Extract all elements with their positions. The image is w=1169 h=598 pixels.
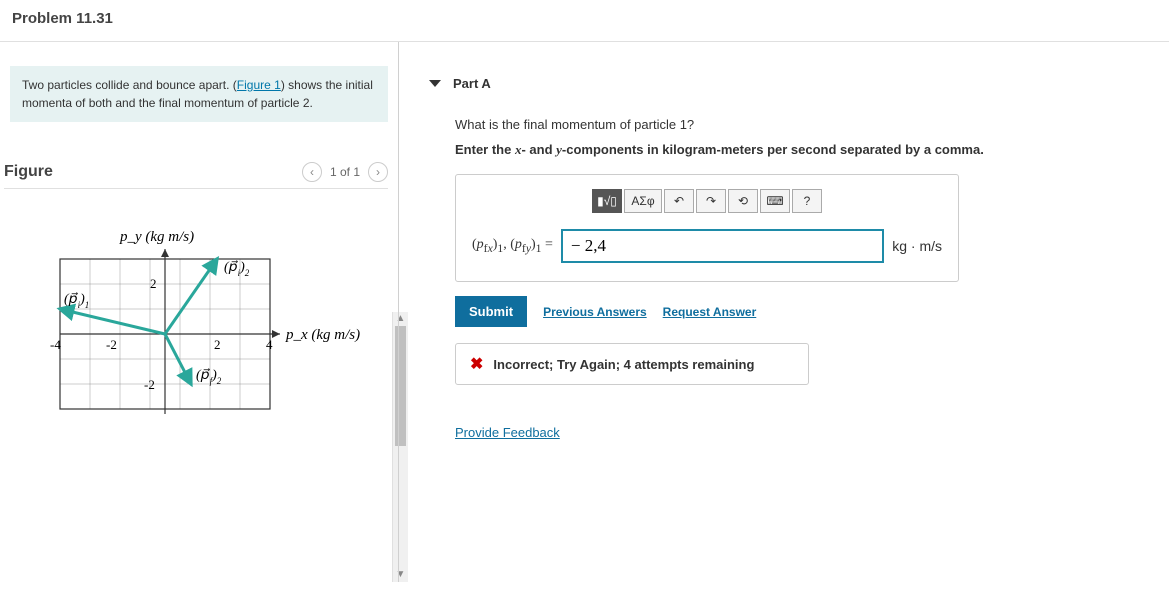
feedback-box: ✖ Incorrect; Try Again; 4 attempts remai… (455, 343, 809, 385)
figure-next-button[interactable]: › (368, 162, 388, 182)
svg-text:(p⃗i)2: (p⃗i)2 (224, 260, 250, 278)
part-label: Part A (453, 76, 491, 91)
figure-area: p_y (kg m/s) p_x (kg m/s) -4 -2 2 4 2 -2… (0, 189, 398, 442)
svg-text:-2: -2 (106, 337, 117, 352)
figure-counter: 1 of 1 (330, 165, 360, 179)
provide-feedback-link[interactable]: Provide Feedback (455, 425, 1139, 440)
caret-down-icon (429, 80, 441, 87)
undo-button[interactable]: ↶ (664, 189, 694, 213)
figure-prev-button[interactable]: ‹ (302, 162, 322, 182)
svg-text:2: 2 (150, 276, 157, 291)
greek-button[interactable]: ΑΣφ (624, 189, 662, 213)
svg-text:4: 4 (266, 337, 273, 352)
keyboard-button[interactable]: ⌨ (760, 189, 790, 213)
y-axis-label: p_y (kg m/s) (119, 229, 194, 245)
question-hint: Enter the x- and y-components in kilogra… (455, 142, 1139, 158)
answer-prefix: (pfx)1, (pfy)1 = (472, 237, 553, 255)
problem-statement: Two particles collide and bounce apart. … (10, 66, 388, 122)
request-answer-link[interactable]: Request Answer (663, 305, 757, 319)
problem-title: Problem 11.31 (0, 0, 1169, 41)
answer-box: ▮√▯ ΑΣφ ↶ ↷ ⟲ ⌨ ? (pfx)1, (pfy)1 = kg · … (455, 174, 959, 282)
submit-button[interactable]: Submit (455, 296, 527, 327)
question-text: What is the final momentum of particle 1… (455, 117, 1139, 132)
prompt-pre: Two particles collide and bounce apart. … (22, 78, 237, 92)
svg-text:(p⃗i)1: (p⃗i)1 (64, 292, 89, 310)
svg-text:-2: -2 (144, 377, 155, 392)
figure-link[interactable]: Figure 1 (237, 78, 281, 92)
feedback-text: Incorrect; Try Again; 4 attempts remaini… (493, 357, 754, 372)
help-button[interactable]: ? (792, 189, 822, 213)
previous-answers-link[interactable]: Previous Answers (543, 305, 647, 319)
svg-text:2: 2 (214, 337, 221, 352)
template-button[interactable]: ▮√▯ (592, 189, 622, 213)
reset-button[interactable]: ⟲ (728, 189, 758, 213)
figure-label: Figure (4, 163, 53, 181)
svg-text:-4: -4 (50, 337, 61, 352)
redo-button[interactable]: ↷ (696, 189, 726, 213)
right-pane: Part A What is the final momentum of par… (398, 42, 1169, 582)
equation-toolbar: ▮√▯ ΑΣφ ↶ ↷ ⟲ ⌨ ? (472, 189, 942, 213)
left-pane: Two particles collide and bounce apart. … (0, 42, 398, 582)
part-header[interactable]: Part A (429, 76, 1139, 91)
incorrect-icon: ✖ (470, 354, 483, 374)
momentum-plot: p_y (kg m/s) p_x (kg m/s) -4 -2 2 4 2 -2… (20, 219, 360, 439)
svg-text:(p⃗f)2: (p⃗f)2 (196, 368, 222, 386)
answer-input[interactable] (561, 229, 884, 263)
x-axis-label: p_x (kg m/s) (285, 327, 360, 343)
answer-unit: kg · m/s (892, 238, 942, 254)
